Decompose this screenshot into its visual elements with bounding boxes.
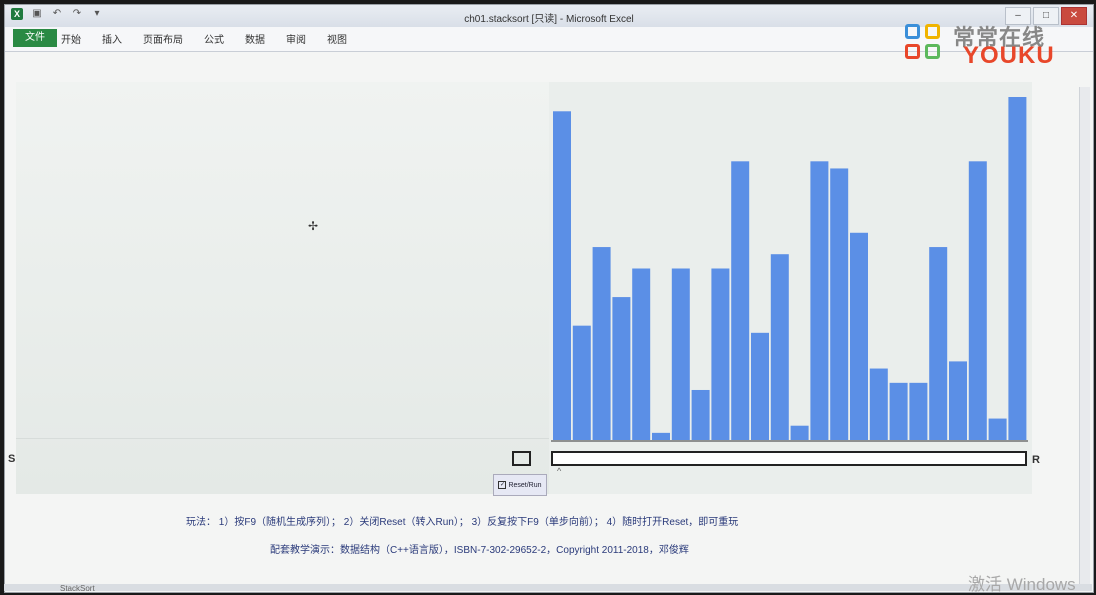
bar-5	[652, 432, 670, 440]
bar-22	[988, 418, 1007, 440]
sequence-value-row	[551, 451, 1027, 466]
bar-6	[671, 268, 690, 440]
bar-2	[592, 247, 611, 440]
bar-17	[889, 382, 908, 440]
bar-chart: 4616272024124724391526239382910882711393…	[551, 97, 1028, 466]
sheet-tab-stacksort[interactable]: StackSort	[60, 584, 95, 593]
bar-16	[869, 368, 888, 440]
bar-13	[810, 161, 829, 440]
bar-23	[1008, 97, 1027, 440]
reference-text: 配套教学演示：数据结构（C++语言版），ISBN-7-302-29652-2，C…	[270, 545, 689, 556]
bar-18	[909, 382, 928, 440]
bar-1	[572, 325, 591, 440]
bar-21	[968, 161, 987, 440]
activate-windows-watermark: 激活 Windows	[968, 575, 1076, 594]
bar-10	[751, 332, 769, 440]
bar-0	[553, 111, 571, 441]
bar-8	[711, 268, 730, 440]
current-value-box	[512, 451, 531, 466]
bar-7	[691, 389, 710, 440]
bar-4	[632, 268, 651, 440]
instructions-text: 玩法： 1）按F9（随机生成序列）； 2）关闭Reset（转入Run）； 3）反…	[186, 517, 739, 528]
reset-run-checkbox[interactable]: ✓ Reset/Run	[493, 474, 547, 496]
bar-9	[731, 161, 750, 440]
bar-3	[612, 297, 631, 440]
bar-14	[830, 168, 849, 441]
bar-15	[850, 232, 868, 440]
reset-run-label: Reset/Run	[508, 481, 542, 489]
bar-20	[949, 361, 967, 440]
position-caret: ^	[557, 466, 562, 476]
bar-12	[790, 425, 809, 440]
sheet-tab-bar	[4, 584, 1092, 591]
checkbox-icon[interactable]: ✓	[498, 481, 507, 489]
bar-11	[770, 254, 789, 440]
bar-19	[929, 247, 948, 440]
